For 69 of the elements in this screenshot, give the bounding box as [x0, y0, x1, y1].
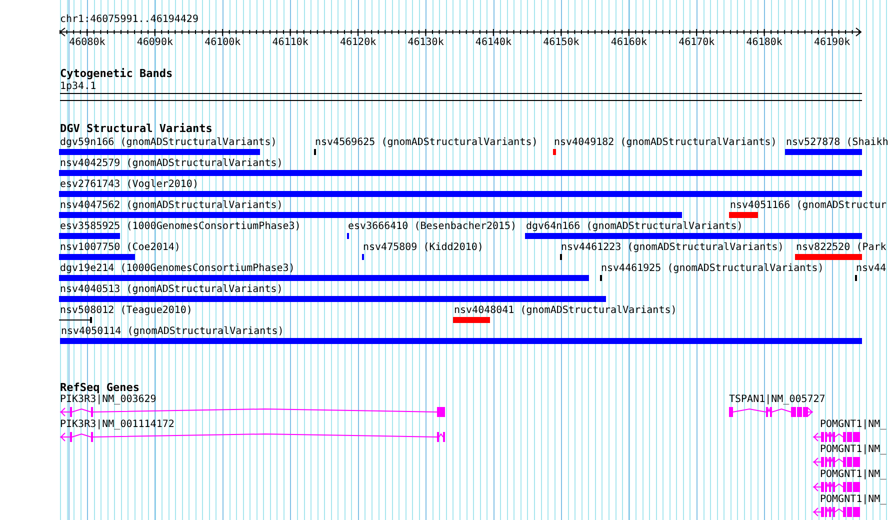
gene-drawing[interactable] [729, 407, 813, 417]
gene-label: TSPAN1|NM_005727 [729, 394, 826, 405]
feature-label: nsv4461223 (gnomADStructuralVariants) [561, 242, 784, 253]
feature-label: nsv4047562 (gnomADStructuralVariants) [60, 200, 283, 211]
feature-label: dgv19e214 (1000GenomesConsortiumPhase3) [60, 263, 295, 274]
feature-label: esv2761743 (Vogler2010) [60, 179, 198, 190]
tick-label: 46170k [678, 37, 715, 48]
variant-bar[interactable] [59, 191, 862, 197]
variant-bar[interactable] [553, 149, 556, 155]
gene-drawing[interactable] [813, 457, 860, 467]
tick-label: 46160k [610, 37, 647, 48]
feature-label: nsv4040513 (gnomADStructuralVariants) [60, 284, 283, 295]
track-title: RefSeq Genes [60, 382, 140, 394]
feature-label: nsv4048041 (gnomADStructuralVariants) [454, 305, 677, 316]
feature-label: nsv4050114 (gnomADStructuralVariants) [61, 326, 284, 337]
variant-bar[interactable] [453, 317, 490, 323]
feature-label: esv3585925 (1000GenomesConsortiumPhase3) [60, 221, 301, 232]
feature-label: nsv4051166 (gnomADStructur [730, 200, 887, 211]
variant-bar[interactable] [59, 170, 862, 176]
gene-drawing[interactable] [813, 482, 860, 492]
variant-bar[interactable] [729, 212, 758, 218]
tick-label: 46190k [814, 37, 850, 48]
tick-label: 46150k [543, 37, 580, 48]
gene-label: PIK3R3|NM_003629 [60, 394, 156, 405]
gene-label: POMGNT1|NM_ [820, 419, 886, 430]
variant-bar[interactable] [525, 233, 862, 239]
feature-label: nsv4042579 (gnomADStructuralVariants) [60, 158, 283, 169]
tick-label: 46120k [340, 37, 376, 48]
variant-line[interactable] [59, 317, 92, 323]
feature-label: nsv44 [856, 263, 886, 274]
variant-bar[interactable] [59, 275, 589, 281]
feature-label: dgv59n166 (gnomADStructuralVariants) [60, 137, 277, 148]
tick-label: 46140k [475, 37, 512, 48]
feature-label: nsv4049182 (gnomADStructuralVariants) [554, 137, 777, 148]
tick-label: 46180k [746, 37, 782, 48]
gene-label: POMGNT1|NM_ [820, 469, 886, 480]
track-title: DGV Structural Variants [60, 123, 212, 135]
feature-label: nsv822520 (Park [796, 242, 886, 253]
variant-bar[interactable] [59, 149, 260, 155]
tick-label: 46100k [204, 37, 241, 48]
tick-label: 46110k [272, 37, 308, 48]
feature-label: nsv4461925 (gnomADStructuralVariants) [601, 263, 824, 274]
gene-drawing[interactable] [60, 432, 445, 442]
feature-label: esv3666410 (Besenbacher2015) [348, 221, 517, 232]
band-label: 1p34.1 [60, 81, 96, 92]
variant-bar[interactable] [795, 254, 862, 260]
gene-label: POMGNT1|NM_ [820, 494, 886, 505]
feature-label: nsv508012 (Teague2010) [60, 305, 192, 316]
tick-label: 46090k [136, 37, 173, 48]
variant-bar[interactable] [59, 233, 120, 239]
variant-bar[interactable] [59, 254, 135, 260]
feature-label: nsv4569625 (gnomADStructuralVariants) [315, 137, 538, 148]
gene-drawing[interactable] [813, 432, 860, 442]
feature-label: nsv475809 (Kidd2010) [363, 242, 484, 253]
feature-label: dgv64n166 (gnomADStructuralVariants) [526, 221, 743, 232]
gene-drawing[interactable] [813, 507, 860, 517]
variant-bar[interactable] [60, 338, 862, 344]
gene-drawing[interactable] [60, 407, 445, 417]
track-title: Cytogenetic Bands [60, 68, 173, 80]
gene-label: POMGNT1|NM_ [820, 444, 886, 455]
variant-bar[interactable] [59, 212, 682, 218]
tick-label: 46080k [69, 37, 106, 48]
variant-bar[interactable] [59, 296, 606, 302]
location-label: chr1:46075991..46194429 [60, 14, 198, 25]
variant-bar[interactable] [785, 149, 862, 155]
feature-label: nsv1007750 (Coe2014) [60, 242, 180, 253]
tick-label: 46130k [408, 37, 444, 48]
feature-label: nsv527878 (Shaikh [786, 137, 888, 148]
gene-label: PIK3R3|NM_001114172 [60, 419, 174, 430]
